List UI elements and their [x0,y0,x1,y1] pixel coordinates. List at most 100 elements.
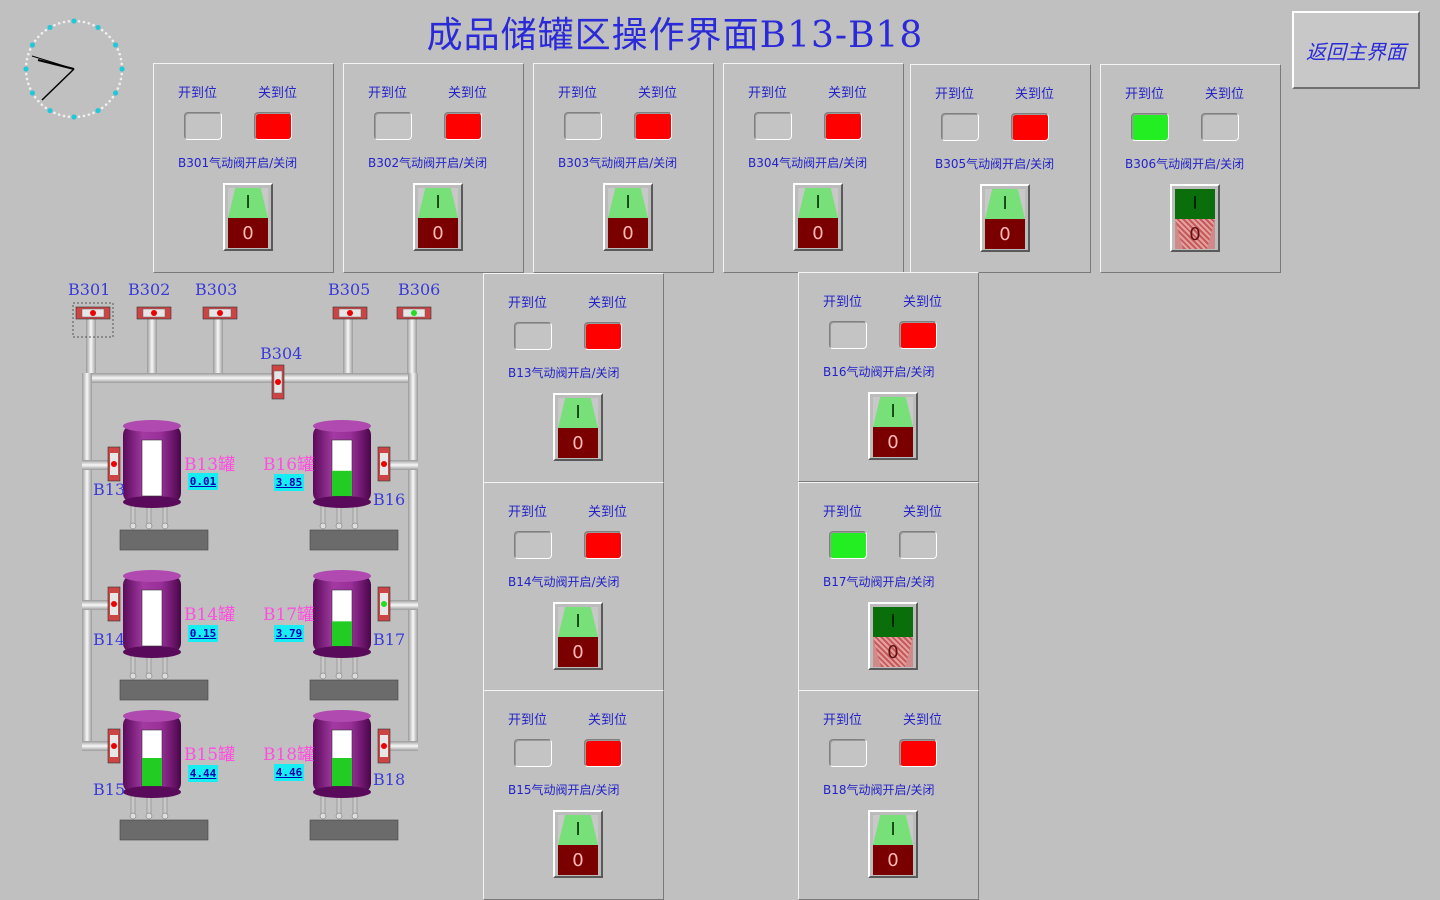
clock-icon [23,18,125,120]
clock-tick [23,66,29,72]
open-indicator-lamp [754,112,792,140]
switch-on-glyph: I [575,402,581,423]
switch-on-glyph: I [575,611,581,632]
open-indicator-lamp [184,112,222,140]
clock-tick [92,111,95,115]
open-position-label: 开到位 [558,86,598,101]
valve-toggle-switch-b301[interactable]: I 0 [223,183,273,251]
open-indicator-lamp [829,531,867,559]
switch-on-glyph: I [815,192,821,213]
open-position-label: 开到位 [508,505,548,520]
clock-tick [47,107,53,114]
clock-tick [112,90,119,96]
valve-label-b304: B304 [260,344,303,363]
open-indicator-lamp [564,112,602,140]
clock-tick [95,107,101,114]
tank-level-fill [142,758,162,786]
tank-level-b15: 4.44 [188,765,218,782]
tank-level-b17: 3.79 [274,625,304,642]
valve-control-panel-b303: 开到位 关到位 B303气动阀开启/关闭 I 0 [533,63,714,273]
clock-tick [40,103,44,106]
clock-tick [92,23,95,27]
tank-valve-label-b17: B17 [373,630,406,649]
clock-tick [112,42,119,48]
clock-tick [37,35,40,39]
valve-control-panel-b13: 开到位 关到位 B13气动阀开启/关闭 I 0 [483,273,664,483]
clock-tick [119,57,123,61]
return-main-button[interactable]: 返回主界面 [1292,11,1420,89]
clock-tick [100,28,104,32]
clock-tick [108,35,111,39]
valve-label: B14气动阀开启/关闭 [508,575,620,589]
open-position-label: 开到位 [368,86,408,101]
clock-tick [24,72,28,76]
tank-level-fill [332,621,352,646]
valve-toggle-switch-b14[interactable]: I 0 [553,602,603,670]
tank-level-fill [332,470,352,496]
switch-off-glyph: 0 [1189,224,1201,245]
tank-b16 [309,420,399,551]
valve-label: B302气动阀开启/关闭 [368,156,488,170]
close-indicator-lamp [444,112,482,140]
close-position-label: 关到位 [258,86,298,101]
clock-tick [44,28,48,32]
tank-level-fill [332,758,352,786]
valve-toggle-switch-b17[interactable]: I 0 [868,602,918,670]
open-indicator-lamp [941,113,979,141]
clock-tick [111,39,115,43]
switch-off-glyph: 0 [242,223,254,244]
switch-on-glyph: I [890,401,896,422]
tank-valve-label-b16: B16 [373,490,406,509]
valve-toggle-switch-b305[interactable]: I 0 [980,184,1030,252]
valve-label: B301气动阀开启/关闭 [178,156,298,170]
close-indicator-lamp [899,739,937,767]
clock-tick [71,114,77,120]
open-position-label: 开到位 [508,296,548,311]
valve-toggle-switch-b16[interactable]: I 0 [868,392,918,460]
clock-tick [27,82,30,86]
clock-tick [119,66,125,72]
valve-toggle-switch-b303[interactable]: I 0 [603,183,653,251]
close-indicator-lamp [254,112,292,140]
close-position-label: 关到位 [1205,87,1245,102]
close-indicator-lamp [1011,113,1049,141]
open-position-label: 开到位 [823,295,863,310]
switch-on-glyph: I [435,192,441,213]
open-position-label: 开到位 [748,86,788,101]
clock-tick [118,52,121,56]
clock-tick [53,111,56,115]
switch-off-glyph: 0 [432,223,444,244]
valve-label-b302: B302 [128,280,171,299]
valve-label-b305: B305 [328,280,371,299]
valve-toggle-switch-b15[interactable]: I 0 [553,810,603,878]
clock-tick [77,115,81,119]
switch-off-glyph: 0 [572,642,584,663]
tank-name-b17: B17罐 [263,605,315,625]
valve-label: B13气动阀开启/关闭 [508,366,620,380]
open-indicator-lamp [514,739,552,767]
clock-tick [71,18,77,24]
clock-tick [77,19,81,23]
open-indicator-lamp [829,321,867,349]
valve-toggle-switch-b302[interactable]: I 0 [413,183,463,251]
clock-tick [118,82,121,86]
clock-tick [108,99,111,103]
open-indicator-lamp [829,739,867,767]
tank-level-b16: 3.85 [274,474,304,491]
open-position-label: 开到位 [823,505,863,520]
close-position-label: 关到位 [1015,87,1055,102]
valve-toggle-switch-b18[interactable]: I 0 [868,810,918,878]
valve-control-panel-b305: 开到位 关到位 B305气动阀开启/关闭 I 0 [910,64,1091,273]
valve-toggle-switch-b306[interactable]: I 0 [1170,184,1220,252]
valve-toggle-switch-b304[interactable]: I 0 [793,183,843,251]
clock-tick [53,23,56,27]
open-indicator-lamp [514,322,552,350]
valve-control-panel-b301: 开到位 关到位 B301气动阀开启/关闭 I 0 [153,63,334,273]
valve-toggle-switch-b13[interactable]: I 0 [553,393,603,461]
close-indicator-lamp [824,112,862,140]
clock-tick [82,114,86,118]
switch-on-glyph: I [575,819,581,840]
clock-tick [82,20,86,24]
tank-level-b14: 0.15 [188,625,218,642]
valve-label-b301: B301 [68,280,111,299]
